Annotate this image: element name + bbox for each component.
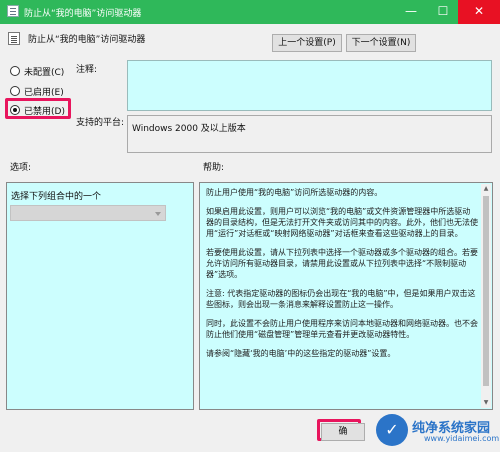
help-paragraph: 如果启用此设置，则用户可以浏览“我的电脑”或文件资源管理器中所选驱动器的目录结构… <box>206 207 478 238</box>
previous-setting-button[interactable]: 上一个设置(P) <box>272 34 342 52</box>
combo-label: 选择下列组合中的一个 <box>11 192 102 202</box>
close-button[interactable]: ✕ <box>458 0 500 24</box>
help-paragraph: 请参阅“隐藏‘我的电脑’中的这些指定的驱动器”设置。 <box>206 349 396 358</box>
radio-enabled[interactable]: 已启用(E) <box>10 84 74 98</box>
ok-button[interactable]: 确 <box>321 423 365 441</box>
policy-window-icon <box>7 5 19 17</box>
watermark-url: www.yidaimei.com <box>424 434 500 443</box>
next-setting-button[interactable]: 下一个设置(N) <box>346 34 416 52</box>
radio-enabled-label: 已启用(E) <box>24 88 64 98</box>
help-scrollbar[interactable]: ▲ ▼ <box>481 184 491 408</box>
help-paragraph: 若要使用此设置，请从下拉列表中选择一个驱动器或多个驱动器的组合。若要允许访问所有… <box>206 248 478 279</box>
scroll-down-arrow-icon[interactable]: ▼ <box>481 398 491 408</box>
help-title: 帮助: <box>203 163 225 173</box>
help-panel: 防止用户使用“我的电脑”访问所选驱动器的内容。 如果启用此设置，则用户可以浏览“… <box>199 182 493 410</box>
scroll-up-arrow-icon[interactable]: ▲ <box>481 184 491 194</box>
radio-disabled-label: 已禁用(D) <box>24 107 65 117</box>
watermark-logo: ✓ <box>376 414 408 446</box>
platform-value: Windows 2000 及以上版本 <box>132 124 246 134</box>
radio-disabled-circle[interactable] <box>10 105 20 115</box>
minimize-button[interactable]: — <box>394 0 428 24</box>
title-bar: 防止从“我的电脑”访问驱动器 — ☐ ✕ <box>0 0 500 24</box>
help-paragraph: 同时，此设置不会防止用户使用程序来访问本地驱动器和网络驱动器。也不会防止他们使用… <box>206 319 478 339</box>
radio-not-configured[interactable]: 未配置(C) <box>10 64 74 78</box>
comment-label: 注释: <box>76 65 98 75</box>
window-title: 防止从“我的电脑”访问驱动器 <box>24 9 142 19</box>
help-paragraph: 防止用户使用“我的电脑”访问所选驱动器的内容。 <box>206 188 383 197</box>
radio-enabled-circle[interactable] <box>10 86 20 96</box>
platform-label: 支持的平台: <box>76 118 125 128</box>
radio-disabled[interactable]: 已禁用(D) <box>10 103 70 117</box>
platform-box: Windows 2000 及以上版本 <box>127 115 492 153</box>
options-title: 选项: <box>10 163 32 173</box>
comment-textbox[interactable] <box>127 60 492 111</box>
policy-icon <box>8 32 20 45</box>
drive-combo-dropdown[interactable] <box>10 205 166 221</box>
radio-not-configured-circle[interactable] <box>10 66 20 76</box>
maximize-button[interactable]: ☐ <box>426 0 460 24</box>
radio-not-configured-label: 未配置(C) <box>24 68 65 78</box>
help-scroll-thumb[interactable] <box>483 196 489 386</box>
policy-name: 防止从“我的电脑”访问驱动器 <box>28 35 146 45</box>
help-paragraph: 注意: 代表指定驱动器的图标仍会出现在“我的电脑”中，但是如果用户双击这些图标，… <box>206 289 476 309</box>
